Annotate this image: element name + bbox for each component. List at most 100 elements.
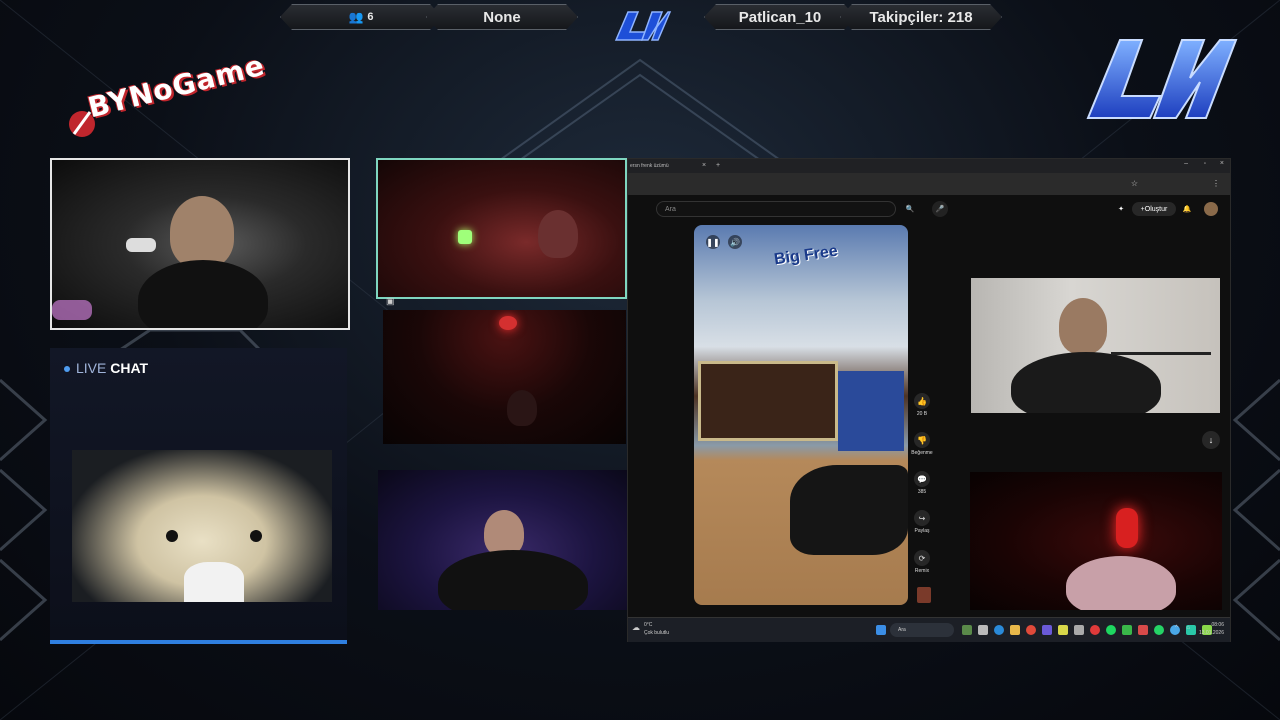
comment-icon[interactable]: 💬: [914, 471, 930, 487]
discord-icon[interactable]: [1042, 625, 1052, 635]
next-video-arrow-icon[interactable]: ↓: [1202, 431, 1220, 449]
guest-5-body: [1066, 556, 1176, 610]
volume-icon[interactable]: 🔊: [728, 235, 742, 249]
video-package-text: Big Free: [773, 242, 839, 269]
create-button[interactable]: + Oluştur: [1132, 202, 1176, 216]
weather-desc: Çok bulutlu: [644, 630, 670, 636]
new-tab-icon[interactable]: +: [716, 162, 720, 169]
browser-tab-strip: ersn frenk üzümü × + – ▫ ×: [628, 159, 1230, 173]
youtube-short-video[interactable]: ❚❚ 🔊 Big Free: [694, 225, 908, 605]
create-button-label: Oluştur: [1144, 205, 1168, 213]
app-icon[interactable]: [1058, 625, 1068, 635]
followers-panel: Takipçiler: 218: [840, 4, 1002, 30]
voice-search-icon[interactable]: 🎤: [932, 201, 948, 217]
browser-address-bar[interactable]: ☆ ⋮: [628, 173, 1230, 195]
like-action[interactable]: 👍 20 B: [911, 393, 933, 417]
remix-action[interactable]: ⟳ Remix: [911, 550, 933, 574]
whatsapp-icon[interactable]: [1154, 625, 1164, 635]
taskbar-date[interactable]: 13.01.2026: [1199, 630, 1224, 636]
windows-start-icon[interactable]: [876, 625, 886, 635]
ln-logo-small-icon: [614, 11, 672, 41]
tab-close-icon[interactable]: ×: [702, 162, 706, 169]
browser-menu-icon[interactable]: ⋮: [1212, 179, 1220, 188]
task-view-icon[interactable]: [978, 625, 988, 635]
live-chat-panel: LIVE CHAT: [50, 348, 347, 644]
microphone-icon: [126, 238, 156, 252]
like-count: 20 B: [916, 411, 928, 417]
bear-snout: [184, 562, 244, 602]
minimize-icon[interactable]: –: [1184, 160, 1188, 167]
guest-webcam-2: [383, 310, 626, 444]
taskbar-search-input[interactable]: Ara: [890, 623, 954, 637]
app-icon[interactable]: [1138, 625, 1148, 635]
viewer-count: 6: [367, 11, 374, 23]
obs-icon[interactable]: [1090, 625, 1100, 635]
viewers-icon: 👥: [348, 10, 364, 24]
app-icon[interactable]: [1122, 625, 1132, 635]
viewer-count-panel: 👥 6: [280, 4, 442, 30]
share-label: Paylaş: [914, 528, 930, 534]
thumbs-up-icon[interactable]: 👍: [914, 393, 930, 409]
sound-thumbnail[interactable]: [917, 587, 931, 603]
streamer-face: [170, 196, 234, 268]
app-icon[interactable]: [1074, 625, 1084, 635]
game-name: None: [483, 8, 521, 26]
file-explorer-icon[interactable]: [1010, 625, 1020, 635]
window-close-icon[interactable]: ×: [1220, 160, 1224, 167]
live-chat-title: LIVE CHAT: [64, 360, 148, 376]
taskbar-time[interactable]: 08:06: [1211, 622, 1224, 628]
maximize-icon[interactable]: ▫: [1204, 161, 1206, 167]
youtube-header: Ara 🔍 🎤 ✦ + Oluştur 🔔: [628, 199, 1230, 221]
comment-action[interactable]: 💬 385: [911, 471, 933, 495]
share-action[interactable]: ↪ Paylaş: [911, 510, 933, 534]
streamer-panel: Patlican_10: [704, 4, 856, 30]
guest-2-face: [507, 390, 537, 426]
guest-webcam-1: [376, 158, 627, 299]
live-dot-icon: [64, 366, 70, 373]
food-package: [838, 371, 904, 451]
chat-label: CHAT: [110, 360, 149, 376]
comment-count: 385: [917, 489, 927, 495]
guest-4-body: [1011, 352, 1161, 413]
dislike-action[interactable]: 👎 Beğenme: [911, 432, 933, 456]
windows-taskbar: ☁ 0°C Çok bulutlu Ara ^ ⌂ 08:06 13.01.20…: [628, 617, 1230, 642]
bear-eye-right: [250, 530, 262, 542]
bear-eye-left: [166, 530, 178, 542]
spotify-icon[interactable]: [1106, 625, 1116, 635]
teddy-bear-cam: [72, 450, 332, 602]
guest-webcam-3: [378, 470, 632, 610]
chocolate-tray: [698, 361, 838, 441]
tray-chevron-icon[interactable]: ^: [1175, 625, 1178, 631]
guest-1-face: [538, 210, 578, 258]
gloved-hand: [790, 465, 908, 555]
taskbar-search-label: Ara: [898, 627, 906, 633]
guest-webcam-5: [970, 472, 1222, 610]
weather-temp: 0°C: [644, 622, 653, 628]
widget-icon[interactable]: [962, 625, 972, 635]
thumbs-down-icon[interactable]: 👎: [914, 432, 930, 448]
streamer-name: Patlican_10: [738, 8, 822, 26]
red-microphone-icon: [1116, 508, 1138, 548]
notifications-bell-icon[interactable]: 🔔: [1180, 202, 1194, 216]
yt-studio-icon[interactable]: ✦: [1114, 202, 1128, 216]
remix-icon[interactable]: ⟳: [914, 550, 930, 566]
share-icon[interactable]: ↪: [914, 510, 930, 526]
browser-tab-title[interactable]: ersn frenk üzümü: [630, 163, 669, 169]
guest-3-body: [438, 550, 588, 610]
pause-icon[interactable]: ❚❚: [706, 235, 720, 249]
brand-logo-text: BYNoGame: [84, 48, 269, 125]
search-icon[interactable]: 🔍: [902, 201, 918, 217]
bookmark-star-icon[interactable]: ☆: [1131, 179, 1138, 188]
chrome-icon[interactable]: [1026, 625, 1036, 635]
youtube-search-input[interactable]: Ara: [656, 201, 896, 217]
screen-share-icon: ▣: [386, 296, 395, 306]
neon-light-icon: [458, 230, 472, 244]
follower-count: Takipçiler: 218: [869, 8, 973, 26]
avatar[interactable]: [1204, 202, 1218, 216]
edge-icon[interactable]: [994, 625, 1004, 635]
mic-arm-icon: [1111, 352, 1211, 355]
network-icon[interactable]: ⌂: [1186, 625, 1190, 631]
remix-label: Remix: [914, 568, 930, 574]
game-panel: None: [426, 4, 578, 30]
weather-icon: ☁: [632, 623, 640, 632]
